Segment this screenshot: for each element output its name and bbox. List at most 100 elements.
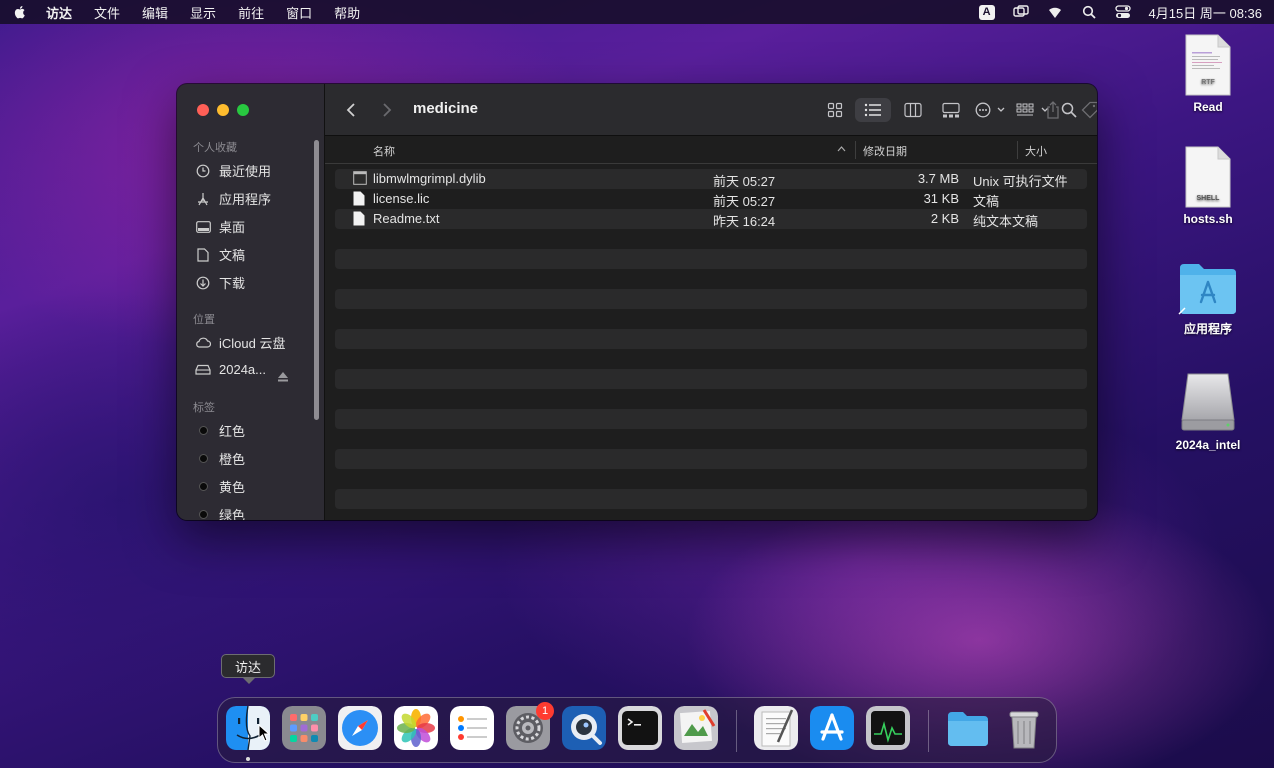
document-icon <box>195 247 211 263</box>
sidebar-item-label: 应用程序 <box>219 192 272 207</box>
menu-view[interactable]: 显示 <box>190 3 216 22</box>
file-row[interactable]: libmwlmgrimpl.dylib 前天 05:27 3.7 MB Unix… <box>335 169 1087 189</box>
empty-row <box>335 429 1087 449</box>
sidebar-favorites-heading: 个人收藏 <box>193 142 237 154</box>
menu-clock[interactable]: 4月15日 周一 08:36 <box>1149 3 1262 22</box>
empty-row <box>335 309 1087 329</box>
sidebar-item-disk[interactable]: 2024a... <box>195 361 266 377</box>
icon-view-button[interactable] <box>821 98 849 122</box>
app-store-icon[interactable] <box>810 706 854 750</box>
finder-content: medicine 名称 修改日期 大小 libmwlmgrimpl.dylib … <box>325 84 1097 520</box>
file-row[interactable]: license.lic 前天 05:27 31 KB 文稿 <box>335 189 1087 209</box>
tag-dot-icon <box>195 451 211 467</box>
launchpad-icon[interactable] <box>282 706 326 750</box>
list-view-button[interactable] <box>855 98 891 122</box>
file-name: libmwlmgrimpl.dylib <box>373 171 486 186</box>
trash-icon[interactable] <box>1002 706 1046 750</box>
menu-help[interactable]: 帮助 <box>334 3 360 22</box>
document-file-icon <box>353 191 365 206</box>
column-header-name[interactable]: 名称 <box>373 143 395 159</box>
sidebar-item-label: 下载 <box>219 276 246 291</box>
sidebar-tag-red[interactable]: 红色 <box>195 421 245 440</box>
window-title: medicine <box>413 100 479 117</box>
wifi-icon[interactable] <box>1047 4 1063 20</box>
folder-icon[interactable] <box>946 706 990 750</box>
file-name: license.lic <box>373 191 430 206</box>
empty-row <box>335 229 1087 249</box>
finder-window: 个人收藏 最近使用 应用程序 桌面 文稿 下载 位置 iCloud 云盘 202… <box>177 84 1097 520</box>
preview-icon[interactable] <box>674 706 718 750</box>
file-kind: Unix 可执行文件 <box>973 174 1068 189</box>
menu-go[interactable]: 前往 <box>238 3 264 22</box>
sidebar-item-recents[interactable]: 最近使用 <box>195 161 271 180</box>
eject-icon[interactable] <box>277 370 289 385</box>
sidebar-item-label: 绿色 <box>219 508 246 520</box>
sidebar-tags-heading: 标签 <box>193 402 215 414</box>
safari-icon[interactable] <box>338 706 382 750</box>
desktop-item-read[interactable]: RTF Read <box>1163 34 1253 114</box>
sidebar-item-documents[interactable]: 文稿 <box>195 245 245 264</box>
applications-icon <box>195 191 211 207</box>
sidebar-locations-heading: 位置 <box>193 314 215 326</box>
sidebar-item-applications[interactable]: 应用程序 <box>195 189 271 208</box>
text-file-icon <box>353 211 365 226</box>
desktop-item-hosts[interactable]: SHELL hosts.sh <box>1163 146 1253 226</box>
column-header-modified[interactable]: 修改日期 <box>863 143 907 159</box>
shell-script-icon: SHELL <box>1185 146 1231 208</box>
sidebar-item-label: 最近使用 <box>219 164 272 179</box>
minimize-window-button[interactable] <box>217 104 229 116</box>
tag-button[interactable] <box>1079 98 1097 122</box>
desktop-item-disk[interactable]: 2024a_intel <box>1163 372 1253 452</box>
window-controls <box>197 104 249 116</box>
sidebar-item-label: 文稿 <box>219 248 246 263</box>
file-list: libmwlmgrimpl.dylib 前天 05:27 3.7 MB Unix… <box>335 169 1087 509</box>
search-button[interactable] <box>1057 98 1081 122</box>
gallery-view-button[interactable] <box>937 98 965 122</box>
photos-icon[interactable] <box>394 706 438 750</box>
input-method-icon[interactable]: A <box>978 4 995 20</box>
column-divider[interactable] <box>855 141 856 159</box>
desktop-item-applications[interactable]: 应用程序 <box>1163 262 1253 337</box>
forward-button[interactable] <box>377 98 397 122</box>
sidebar-tag-green[interactable]: 绿色 <box>195 505 245 520</box>
menu-window[interactable]: 窗口 <box>286 3 312 22</box>
file-kind: 文稿 <box>973 194 1000 209</box>
quicktime-icon[interactable] <box>562 706 606 750</box>
screen-mirroring-icon[interactable] <box>1012 4 1029 20</box>
menu-file[interactable]: 文件 <box>94 3 120 22</box>
column-view-button[interactable] <box>899 98 927 122</box>
sidebar-scrollbar[interactable] <box>314 140 319 420</box>
column-header-size[interactable]: 大小 <box>1025 143 1047 159</box>
sidebar-item-icloud[interactable]: iCloud 云盘 <box>195 333 285 352</box>
sidebar-item-downloads[interactable]: 下载 <box>195 273 245 292</box>
menu-app-name[interactable]: 访达 <box>46 3 72 22</box>
zoom-window-button[interactable] <box>237 104 249 116</box>
empty-row <box>335 489 1087 509</box>
sidebar-tag-orange[interactable]: 橙色 <box>195 449 245 468</box>
sidebar-item-desktop[interactable]: 桌面 <box>195 217 245 236</box>
sort-ascending-icon <box>837 146 846 152</box>
column-divider[interactable] <box>1017 141 1018 159</box>
control-center-icon[interactable] <box>1114 4 1131 20</box>
desktop-item-label: 应用程序 <box>1183 322 1232 336</box>
dock: 1 <box>217 697 1057 763</box>
rtf-badge: RTF <box>1201 79 1215 86</box>
terminal-icon[interactable] <box>618 706 662 750</box>
activity-monitor-icon[interactable] <box>866 706 910 750</box>
textedit-icon[interactable] <box>754 706 798 750</box>
back-button[interactable] <box>341 98 361 122</box>
empty-row <box>335 409 1087 429</box>
sidebar-item-label: 黄色 <box>219 480 246 495</box>
file-row[interactable]: Readme.txt 昨天 16:24 2 KB 纯文本文稿 <box>335 209 1087 229</box>
menu-edit[interactable]: 编辑 <box>142 3 168 22</box>
menu-bar: 访达 文件 编辑 显示 前往 窗口 帮助 A 4月15日 周一 08:36 <box>0 0 1274 24</box>
close-window-button[interactable] <box>197 104 209 116</box>
spotlight-search-icon[interactable] <box>1081 4 1097 20</box>
exec-file-icon <box>353 171 367 185</box>
desktop-item-label: 2024a_intel <box>1175 438 1241 452</box>
sidebar-tag-yellow[interactable]: 黄色 <box>195 477 245 496</box>
file-modified: 前天 05:27 <box>713 194 776 209</box>
reminders-icon[interactable] <box>450 706 494 750</box>
more-actions-button[interactable] <box>973 98 1009 122</box>
apple-menu-icon[interactable] <box>12 4 28 20</box>
